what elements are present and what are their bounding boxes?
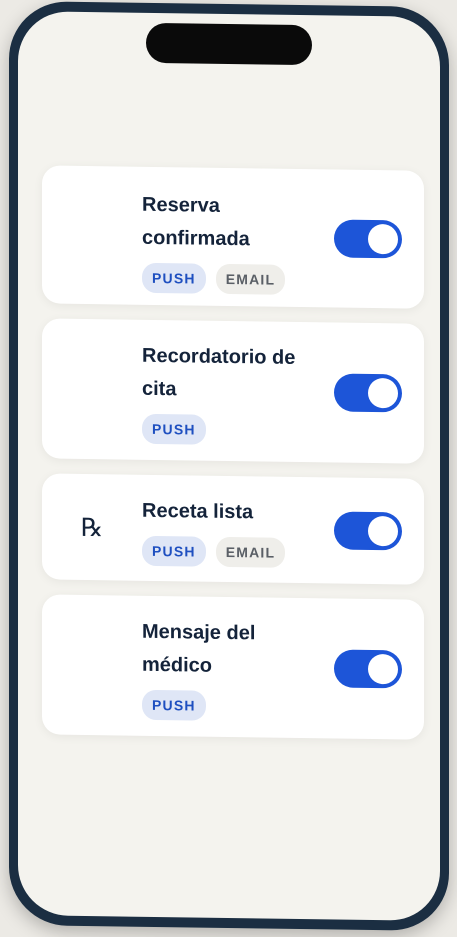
channel-tags: PUSH EMAIL [142, 535, 314, 568]
notification-card-reserva: Reserva confirmada PUSH EMAIL [42, 165, 424, 309]
phone-screen: Reserva confirmada PUSH EMAIL Recordator… [18, 11, 440, 921]
channel-tags: PUSH [142, 413, 314, 446]
calendar-check-icon [72, 215, 112, 256]
notification-settings-list: Reserva confirmada PUSH EMAIL Recordator… [42, 165, 424, 754]
toggle-knob [368, 377, 398, 409]
toggle-knob [368, 653, 398, 685]
mensaje-toggle[interactable] [334, 649, 402, 689]
prescription-icon: ℞ [80, 512, 104, 542]
notification-title: Mensaje del médico [142, 620, 256, 677]
push-badge: PUSH [142, 413, 206, 445]
channel-tags: PUSH EMAIL [142, 262, 314, 295]
camera-notch [146, 22, 312, 66]
receta-toggle[interactable] [334, 511, 402, 551]
notification-card-receta: ℞ Receta lista PUSH EMAIL [42, 473, 424, 585]
notification-card-mensaje: Mensaje del médico PUSH [42, 594, 424, 740]
notification-title: Receta lista [142, 499, 254, 524]
toggle-knob [368, 223, 398, 255]
email-badge: EMAIL [215, 536, 286, 568]
notification-card-recordatorio: Recordatorio de cita PUSH [42, 318, 424, 464]
channel-tags: PUSH [142, 689, 314, 722]
message-icon [72, 645, 112, 686]
reserva-toggle[interactable] [334, 219, 402, 259]
notification-title: Recordatorio de cita [142, 344, 296, 401]
push-badge: PUSH [142, 689, 206, 721]
notification-title: Reserva confirmada [142, 193, 250, 251]
bell-icon [72, 369, 112, 410]
push-badge: PUSH [142, 535, 206, 567]
email-badge: EMAIL [215, 263, 286, 295]
toggle-knob [368, 515, 398, 547]
push-badge: PUSH [142, 262, 206, 294]
recordatorio-toggle[interactable] [334, 373, 402, 413]
phone-frame: Reserva confirmada PUSH EMAIL Recordator… [9, 0, 449, 932]
